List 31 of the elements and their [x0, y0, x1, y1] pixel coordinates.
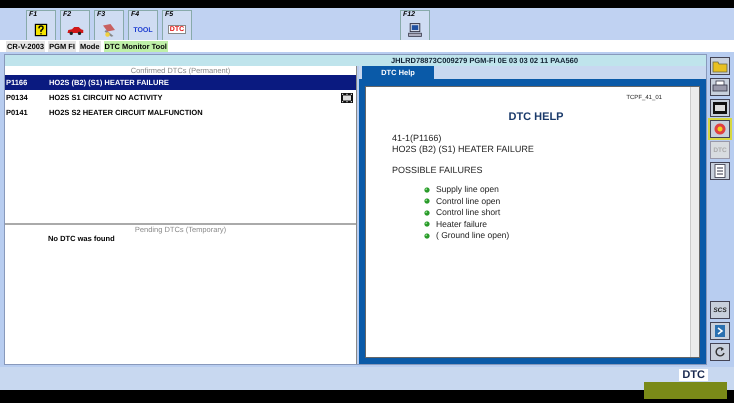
side-tool-button[interactable]: [710, 120, 730, 138]
side-tool-button[interactable]: [710, 99, 730, 117]
failure-item: ( Ground line open): [436, 230, 510, 242]
bullet-icon: [424, 210, 430, 216]
side-tool-button[interactable]: [710, 343, 730, 361]
side-tool-button[interactable]: [710, 78, 730, 96]
bullet-icon: [424, 186, 430, 193]
dtc-code: 41-1(P1166): [392, 133, 442, 144]
printer-icon: [712, 80, 728, 94]
status-label: DTC: [679, 369, 708, 381]
failure-item: Control line short: [436, 207, 500, 218]
folder-icon: [712, 59, 728, 73]
checklist-icon: [712, 164, 728, 178]
side-tool-button[interactable]: [710, 57, 730, 75]
side-tool-button[interactable]: [710, 322, 730, 340]
exit-icon: [712, 324, 728, 338]
film-icon[interactable]: [341, 92, 353, 102]
failure-item: Control line open: [436, 196, 500, 207]
bullet-icon: [424, 221, 430, 228]
computer-icon: [406, 22, 424, 38]
scrollbar[interactable]: [690, 87, 699, 357]
question-icon: [32, 22, 50, 38]
failure-item: Heater failure: [436, 218, 488, 230]
dtc-name: HO2S (B2) (S1) HEATER FAILURE: [392, 144, 535, 155]
bullet-icon: [424, 198, 430, 204]
failure-item: Supply line open: [436, 184, 499, 196]
film-icon: [712, 101, 728, 115]
help-title: DTC HELP: [508, 111, 564, 123]
section-heading: POSSIBLE FAILURES: [392, 165, 484, 176]
bullet-icon: [424, 232, 430, 239]
side-tool-button[interactable]: [710, 162, 730, 180]
